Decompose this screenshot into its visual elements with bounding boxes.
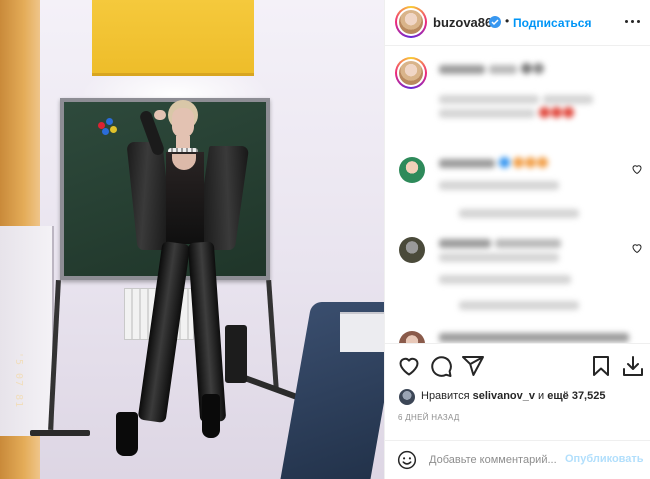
- action-bar: [385, 343, 650, 387]
- bookmark-icon[interactable]: [589, 354, 613, 378]
- likes-prefix: Нравится: [421, 390, 473, 402]
- likes-text: Нравится selivanov_v и ещё 37,525: [421, 390, 605, 402]
- liker-avatar[interactable]: [399, 389, 415, 405]
- comments-list[interactable]: [385, 47, 650, 343]
- yellow-window-blind: [92, 0, 254, 76]
- post-side-panel: buzova86 • Подписаться Нравится selivano…: [384, 0, 650, 479]
- comment-icon[interactable]: [429, 354, 453, 378]
- likes-conjunction: и: [534, 390, 548, 402]
- caption-avatar[interactable]: [395, 57, 427, 89]
- more-options-icon[interactable]: [623, 14, 643, 30]
- heart-icon[interactable]: [397, 354, 421, 378]
- desk: [340, 312, 384, 352]
- likes-count[interactable]: ещё 37,525: [547, 390, 605, 402]
- comment-avatar[interactable]: [399, 331, 425, 343]
- author-avatar[interactable]: [395, 6, 427, 38]
- post-timestamp[interactable]: 6 ДНЕЙ НАЗАД: [398, 413, 460, 422]
- like-comment-heart-icon[interactable]: [631, 242, 643, 254]
- author-username[interactable]: buzova86: [433, 15, 492, 30]
- post-photo[interactable]: '5 07 81: [0, 0, 384, 479]
- likes-summary: Нравится selivanov_v и ещё 37,525: [385, 387, 650, 407]
- comment-avatar[interactable]: [399, 157, 425, 183]
- like-comment-heart-icon[interactable]: [631, 163, 643, 175]
- comment-input[interactable]: [429, 451, 561, 469]
- follow-button[interactable]: Подписаться: [513, 16, 591, 30]
- post-header: buzova86 • Подписаться: [385, 0, 650, 46]
- header-separator: •: [505, 14, 510, 28]
- liker-username[interactable]: selivanov_v: [473, 390, 535, 402]
- board-stand-foot: [30, 430, 90, 436]
- person-figure: [110, 92, 260, 462]
- board-stand-leg: [266, 279, 279, 391]
- emoji-icon[interactable]: [397, 450, 417, 470]
- side-cabinet: [0, 226, 54, 436]
- paper-plane-icon[interactable]: [461, 354, 485, 378]
- comment-avatar[interactable]: [399, 237, 425, 263]
- add-comment-bar: Опубликовать: [385, 440, 650, 479]
- download-icon[interactable]: [621, 354, 645, 378]
- publish-button[interactable]: Опубликовать: [565, 453, 644, 465]
- verified-badge-icon: [489, 16, 501, 28]
- photo-date-stamp: '5 07 81: [13, 352, 24, 409]
- magnet-blue: [102, 128, 109, 135]
